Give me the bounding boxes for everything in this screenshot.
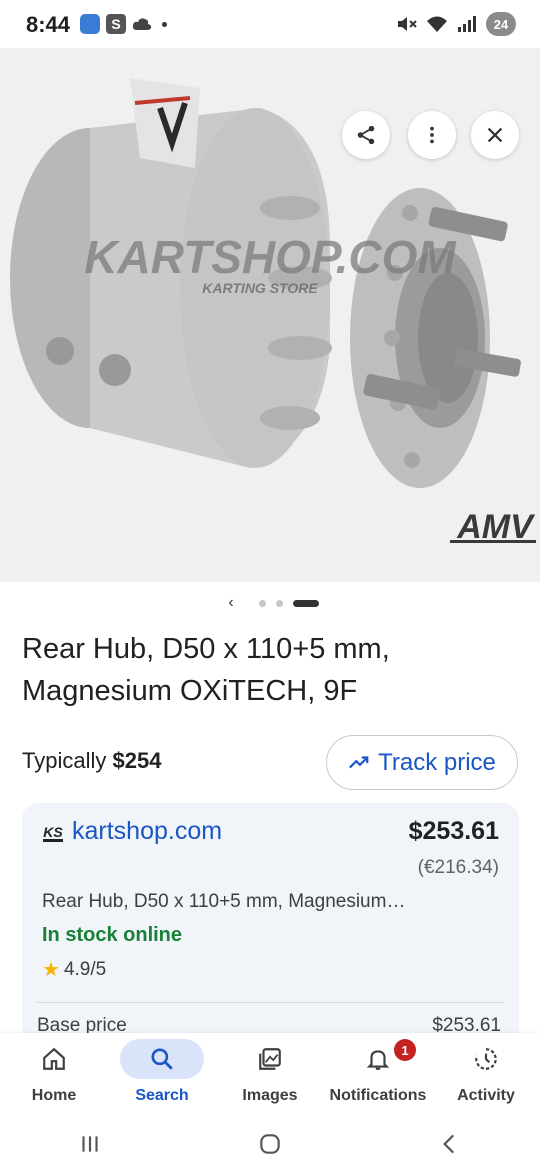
status-bar: 8:44 S 24 — [0, 0, 540, 48]
kartshop-logo-text: KS — [43, 824, 63, 840]
carousel-dot[interactable] — [259, 599, 266, 607]
mute-icon — [398, 17, 417, 31]
kartshop-logo: KS — [43, 824, 63, 842]
s-app-icon: S — [106, 14, 126, 34]
battery-indicator: 24 — [486, 12, 516, 36]
carousel-dot[interactable] — [276, 599, 283, 607]
signal-icon — [458, 16, 476, 32]
more-notifications-dot — [162, 21, 167, 27]
product-image: KARTSHOP.COM KARTING STORE AMV — [10, 78, 536, 546]
nav-images-label: Images — [242, 1087, 298, 1104]
merchant-rating: ★ 4.9/5 — [42, 957, 106, 982]
nav-images[interactable]: Images — [216, 1033, 324, 1117]
cloud-icon — [132, 18, 152, 30]
carousel-prev-button[interactable]: ‹ — [221, 594, 241, 612]
nav-images-icon-wrap — [228, 1039, 312, 1079]
back-icon[interactable] — [437, 1131, 463, 1157]
offer-description: Rear Hub, D50 x 110+5 mm, Magnesium… — [42, 891, 406, 912]
home-icon — [43, 1047, 65, 1070]
typical-price: Typically $254 — [22, 748, 161, 774]
nav-search-label: Search — [135, 1087, 189, 1104]
offer-price-eur: (€216.34) — [417, 857, 499, 878]
nav-home-label: Home — [31, 1087, 77, 1104]
nav-notifications-label: Notifications — [329, 1087, 427, 1104]
trending-up-icon — [349, 755, 369, 768]
merchant-offer-card[interactable]: KS kartshop.com $253.61 (€216.34) Rear H… — [22, 803, 519, 1053]
nav-activity[interactable]: Activity — [432, 1033, 540, 1117]
bell-icon — [366, 1050, 390, 1070]
home-button-icon[interactable] — [257, 1131, 283, 1157]
search-icon — [151, 1048, 173, 1070]
typical-price-value: $254 — [112, 748, 162, 773]
carousel-dot-active[interactable] — [293, 599, 319, 607]
images-icon — [259, 1048, 281, 1070]
more-options-button[interactable] — [408, 111, 456, 159]
star-icon: ★ — [42, 959, 60, 981]
stock-status: In stock online — [42, 924, 183, 946]
nav-activity-icon-wrap — [444, 1039, 528, 1079]
more-vert-icon — [430, 126, 434, 144]
status-right-icons: 24 — [396, 12, 516, 36]
nav-notifications-icon-wrap: 1 — [336, 1039, 420, 1079]
image-carousel-indicator: ‹ — [0, 592, 540, 614]
nav-home-icon-wrap — [12, 1039, 96, 1079]
wifi-icon — [427, 16, 447, 32]
divider — [37, 1002, 504, 1003]
merchant-name-link[interactable]: kartshop.com — [72, 817, 222, 846]
app-notification-icon — [80, 14, 100, 34]
status-left-icons: S — [80, 14, 167, 34]
nav-home[interactable]: Home — [0, 1033, 108, 1117]
close-icon — [487, 127, 503, 143]
nav-search[interactable]: Search — [108, 1033, 216, 1117]
offer-price: $253.61 — [408, 817, 499, 845]
product-image-viewer[interactable]: KARTSHOP.COM KARTING STORE AMV — [0, 48, 540, 582]
track-price-label: Track price — [378, 748, 496, 776]
system-navigation-bar — [0, 1117, 540, 1170]
recent-apps-icon[interactable] — [77, 1131, 103, 1157]
notification-count-badge: 1 — [394, 1039, 416, 1061]
close-button[interactable] — [471, 111, 519, 159]
nav-activity-label: Activity — [457, 1087, 515, 1104]
watermark-subtext: KARTING STORE — [202, 280, 318, 296]
track-price-button[interactable]: Track price — [326, 735, 518, 790]
share-button[interactable] — [342, 111, 390, 159]
watermark-text: KARTSHOP.COM — [84, 231, 457, 283]
rating-value: 4.9/5 — [63, 958, 107, 980]
bottom-navigation: Home Search Images 1 Notifications Activ… — [0, 1033, 540, 1117]
product-title: Rear Hub, D50 x 110+5 mm, Magnesium OXiT… — [22, 633, 390, 707]
typical-price-label: Typically — [22, 748, 107, 773]
nav-notifications[interactable]: 1 Notifications — [324, 1033, 432, 1117]
share-icon — [357, 125, 375, 145]
history-icon — [475, 1048, 497, 1070]
nav-search-icon-wrap — [120, 1039, 204, 1079]
status-time: 8:44 — [26, 12, 71, 37]
